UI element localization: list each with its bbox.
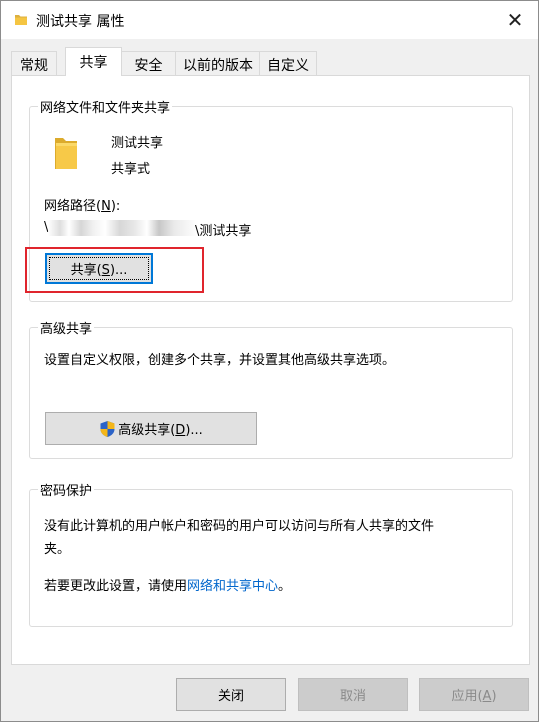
advanced-sharing-button[interactable]: 高级共享(D)... bbox=[45, 412, 257, 445]
apply-button-label: 应用(A) bbox=[451, 689, 497, 704]
network-sharing-center-link[interactable]: 网络和共享中心 bbox=[187, 579, 278, 594]
uac-shield-icon bbox=[100, 420, 115, 437]
password-protection-description: 没有此计算机的用户帐户和密码的用户可以访问与所有人共享的文件 bbox=[44, 519, 435, 534]
password-protection-description-cont: 夹。 bbox=[44, 542, 71, 557]
change-setting-text: 若要更改此设置，请使用网络和共享中心。 bbox=[44, 579, 292, 594]
group-title: 密码保护 bbox=[38, 480, 95, 499]
window-title: 测试共享 属性 bbox=[36, 14, 125, 30]
tab-sharing[interactable]: 共享 bbox=[65, 47, 122, 76]
folder-icon bbox=[55, 138, 77, 169]
password-protection-group: 密码保护 bbox=[29, 480, 513, 627]
close-button[interactable]: 关闭 bbox=[176, 678, 286, 711]
properties-window: 测试共享 属性 ✕ 常规 共享 安全 以前的版本 自定义 网络文件和文件夹共享 … bbox=[0, 0, 539, 722]
advanced-sharing-description: 设置自定义权限，创建多个共享，并设置其他高级共享选项。 bbox=[44, 353, 396, 368]
sharing-status: 共享式 bbox=[111, 162, 151, 177]
apply-button[interactable]: 应用(A) bbox=[419, 678, 529, 711]
network-path-value: \测试共享 bbox=[195, 224, 252, 239]
group-title: 高级共享 bbox=[38, 318, 95, 337]
tab-general[interactable]: 常规 bbox=[11, 51, 57, 76]
folder-icon bbox=[15, 15, 27, 25]
title-bar: 测试共享 属性 ✕ bbox=[1, 1, 538, 39]
tab-security[interactable]: 安全 bbox=[120, 51, 177, 76]
redacted-path-segment bbox=[48, 220, 198, 236]
network-path-label: 网络路径(N): bbox=[44, 199, 121, 214]
tab-customize[interactable]: 自定义 bbox=[259, 51, 317, 76]
tab-previous-versions[interactable]: 以前的版本 bbox=[175, 51, 261, 76]
share-button[interactable]: 共享(S)... bbox=[45, 253, 153, 284]
advanced-sharing-button-label: 高级共享(D)... bbox=[118, 423, 203, 438]
share-button-label: 共享(S)... bbox=[70, 263, 128, 278]
close-window-button[interactable]: ✕ bbox=[492, 1, 538, 39]
close-icon: ✕ bbox=[506, 8, 524, 32]
shared-folder-name: 测试共享 bbox=[111, 136, 164, 151]
group-title: 网络文件和文件夹共享 bbox=[38, 97, 173, 116]
cancel-button[interactable]: 取消 bbox=[298, 678, 408, 711]
